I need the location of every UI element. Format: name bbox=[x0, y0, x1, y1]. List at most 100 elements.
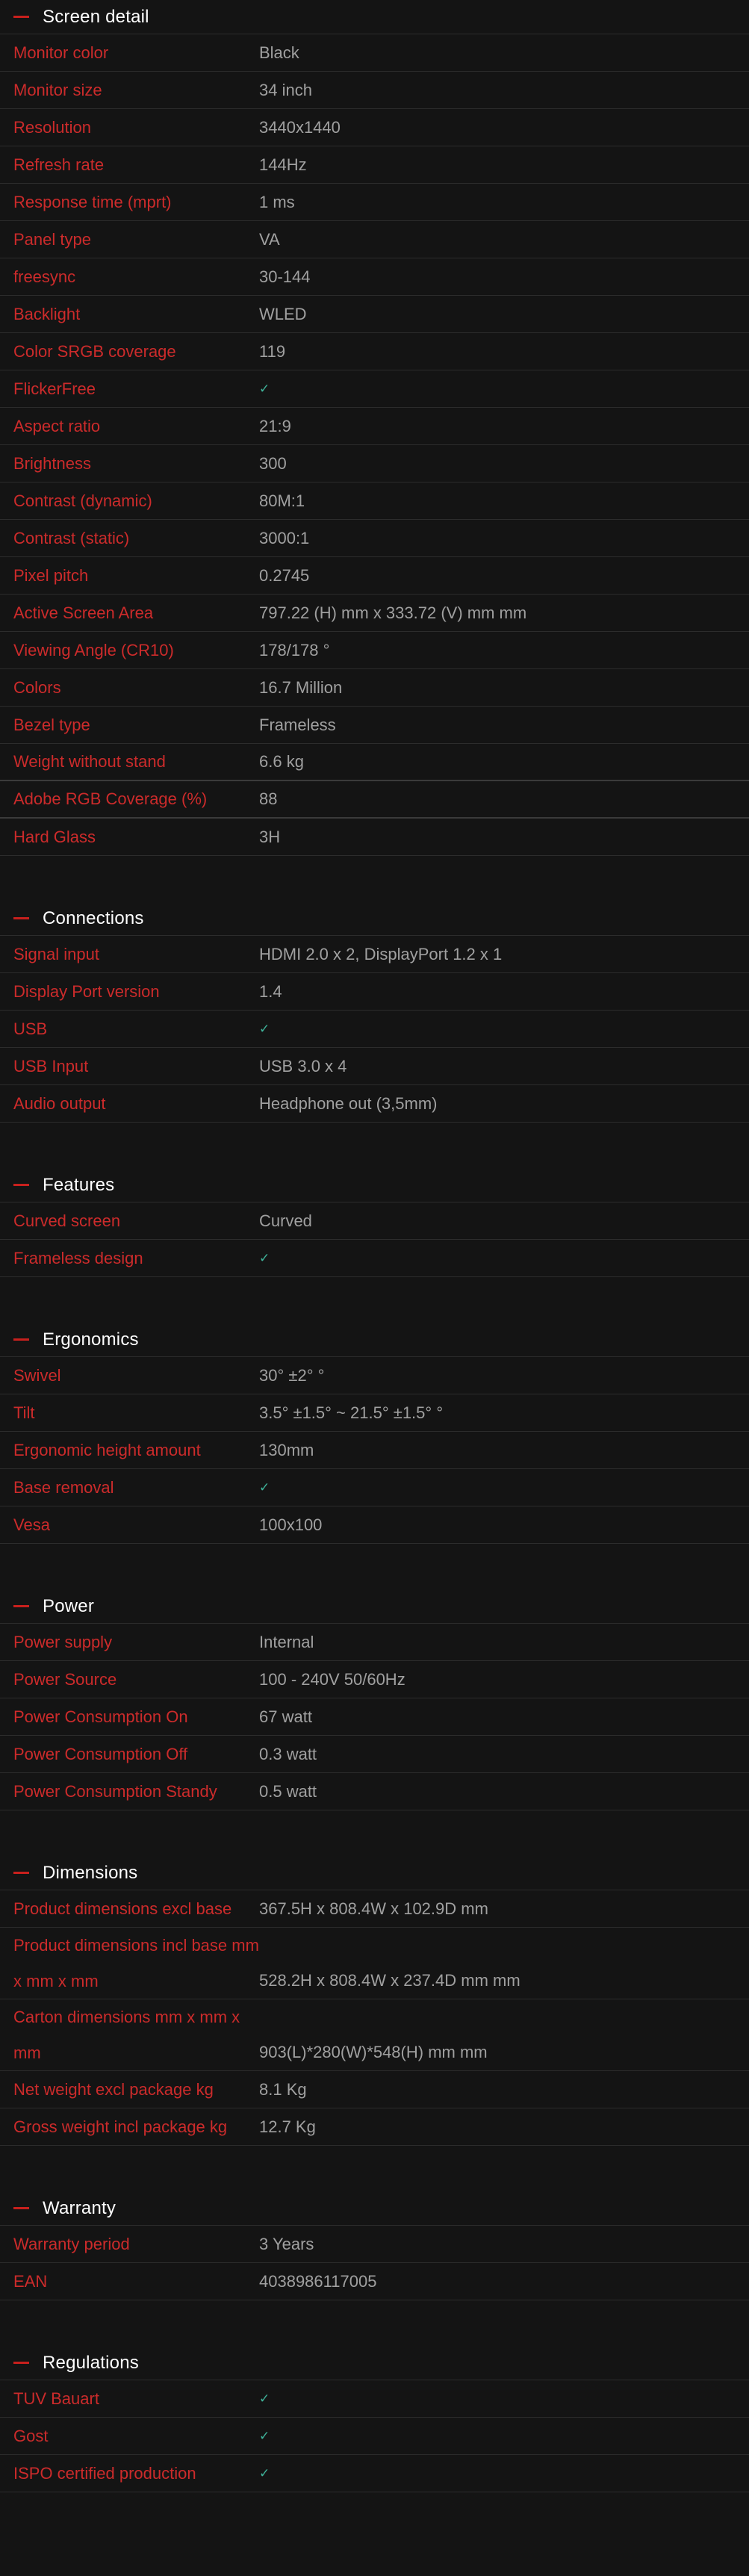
spec-label: Contrast (dynamic) bbox=[13, 491, 152, 510]
spec-label: Colors bbox=[13, 677, 61, 697]
spec-row-curved-screen: Curved screen Curved bbox=[0, 1202, 749, 1240]
spec-value: 119 bbox=[259, 341, 286, 361]
accent-dash-icon bbox=[13, 2362, 29, 2364]
spec-row-monitor-size: Monitor size 34 inch bbox=[0, 72, 749, 109]
spec-value: 6.6 kg bbox=[259, 752, 304, 771]
spec-row-resolution: Resolution 3440x1440 bbox=[0, 109, 749, 146]
spec-value: 100x100 bbox=[259, 1515, 323, 1534]
spec-value: 12.7 Kg bbox=[259, 2117, 316, 2136]
spec-row-usb-input: USB Input USB 3.0 x 4 bbox=[0, 1048, 749, 1085]
spec-value: WLED bbox=[259, 304, 307, 323]
spec-label: Brightness bbox=[13, 453, 91, 473]
check-icon: ✓ bbox=[259, 1480, 270, 1495]
spec-row-net-weight-excl-package-kg: Net weight excl package kg 8.1 Kg bbox=[0, 2071, 749, 2108]
spec-label: Resolution bbox=[13, 117, 91, 137]
spec-label: Display Port version bbox=[13, 981, 160, 1001]
accent-dash-icon bbox=[13, 2207, 29, 2209]
spec-value: USB 3.0 x 4 bbox=[259, 1056, 347, 1076]
accent-dash-icon bbox=[13, 1872, 29, 1874]
spec-value: Frameless bbox=[259, 715, 336, 734]
spec-row-bezel-type: Bezel type Frameless bbox=[0, 707, 749, 744]
spec-row-display-port-version: Display Port version 1.4 bbox=[0, 973, 749, 1011]
spec-label: Monitor color bbox=[13, 43, 109, 62]
spec-value: HDMI 2.0 x 2, DisplayPort 1.2 x 1 bbox=[259, 944, 503, 963]
spec-row-power-supply: Power supply Internal bbox=[0, 1624, 749, 1661]
spec-value: 34 inch bbox=[259, 80, 312, 99]
section-header: Power bbox=[0, 1589, 749, 1624]
spec-value: 0.5 watt bbox=[259, 1781, 317, 1801]
accent-dash-icon bbox=[13, 1338, 29, 1341]
spec-label: Power Consumption On bbox=[13, 1707, 188, 1726]
spec-row-warranty-period: Warranty period 3 Years bbox=[0, 2226, 749, 2263]
spec-value: Curved bbox=[259, 1211, 312, 1230]
spec-value: 4038986117005 bbox=[259, 2271, 377, 2291]
spec-value: 8.1 Kg bbox=[259, 2079, 307, 2099]
spec-label: Pixel pitch bbox=[13, 565, 89, 585]
spec-value: 1 ms bbox=[259, 192, 295, 211]
spec-label: Power supply bbox=[13, 1632, 113, 1651]
spec-row-product-dimensions-excl-base: Product dimensions excl base 367.5H x 808… bbox=[0, 1890, 749, 1928]
spec-value: 80M:1 bbox=[259, 491, 305, 510]
spec-value: 903(L)*280(W)*548(H) mm mm bbox=[259, 2043, 488, 2061]
spec-label: Frameless design bbox=[13, 1248, 143, 1267]
spec-label: Ergonomic height amount bbox=[13, 1440, 201, 1459]
spec-row-usb: USB ✓ bbox=[0, 1011, 749, 1048]
spec-label: Adobe RGB Coverage (%) bbox=[13, 789, 208, 808]
spec-label: Viewing Angle (CR10) bbox=[13, 640, 174, 659]
spec-value: 300 bbox=[259, 453, 287, 473]
spec-label: Active Screen Area bbox=[13, 603, 154, 622]
spec-row-aspect-ratio: Aspect ratio 21:9 bbox=[0, 408, 749, 445]
spec-value: 144Hz bbox=[259, 155, 307, 174]
spec-row-power-consumption-off: Power Consumption Off 0.3 watt bbox=[0, 1736, 749, 1773]
spec-label: USB bbox=[13, 1019, 48, 1038]
spec-label: Gross weight incl package kg bbox=[13, 2117, 228, 2136]
spec-value: VA bbox=[259, 229, 280, 249]
spec-row-signal-input: Signal input HDMI 2.0 x 2, DisplayPort 1.… bbox=[0, 936, 749, 973]
spec-value: 88 bbox=[259, 789, 278, 808]
check-icon: ✓ bbox=[259, 2428, 270, 2443]
spec-row-viewing-angle-cr10: Viewing Angle (CR10) 178/178 ° bbox=[0, 632, 749, 669]
spec-value: 367.5H x 808.4W x 102.9D mm bbox=[259, 1899, 488, 1918]
spec-row-color-srgb-coverage: Color SRGB coverage 119 bbox=[0, 333, 749, 370]
spec-row-swivel: Swivel 30° ±2° ° bbox=[0, 1357, 749, 1394]
accent-dash-icon bbox=[13, 1605, 29, 1607]
spec-row-contrast-static: Contrast (static) 3000:1 bbox=[0, 520, 749, 557]
spec-value: 0.2745 bbox=[259, 565, 310, 585]
spec-row-base-removal: Base removal ✓ bbox=[0, 1469, 749, 1506]
section-title: Power bbox=[43, 1595, 95, 1616]
spec-row-ispo-certified-production: ISPO certified production ✓ bbox=[0, 2455, 749, 2492]
spec-value: 528.2H x 808.4W x 237.4D mm mm bbox=[259, 1971, 520, 1990]
spec-value: 3H bbox=[259, 827, 281, 846]
spec-label: Panel type bbox=[13, 229, 91, 249]
spec-label: Signal input bbox=[13, 944, 99, 963]
spec-row-frameless-design: Frameless design ✓ bbox=[0, 1240, 749, 1277]
spec-value: 21:9 bbox=[259, 416, 291, 435]
spec-row-tuv-bauart: TUV Bauart ✓ bbox=[0, 2380, 749, 2418]
spec-label: Power Consumption Off bbox=[13, 1744, 188, 1763]
spec-row-audio-output: Audio output Headphone out (3,5mm) bbox=[0, 1085, 749, 1123]
section-header: Warranty bbox=[0, 2191, 749, 2226]
section-header: Ergonomics bbox=[0, 1323, 749, 1357]
spec-row-backlight: Backlight WLED bbox=[0, 296, 749, 333]
spec-row-vesa: Vesa 100x100 bbox=[0, 1506, 749, 1544]
spec-row-hard-glass: Hard Glass 3H bbox=[0, 819, 749, 856]
section-header: Dimensions bbox=[0, 1856, 749, 1890]
spec-row-gost: Gost ✓ bbox=[0, 2418, 749, 2455]
spec-row-flickerfree: FlickerFree ✓ bbox=[0, 370, 749, 408]
section-title: Features bbox=[43, 1174, 115, 1195]
spec-value: 3.5° ±1.5° ~ 21.5° ±1.5° ° bbox=[259, 1403, 444, 1422]
spec-value: 67 watt bbox=[259, 1707, 312, 1726]
spec-row-product-dimensions-incl-base-mm-x-mm-x-mm: Product dimensions incl base mm x mm x m… bbox=[0, 1928, 749, 1999]
spec-value: 30° ±2° ° bbox=[259, 1365, 325, 1385]
spec-label: Vesa bbox=[13, 1515, 50, 1534]
spec-label: Bezel type bbox=[13, 715, 90, 734]
spec-row-freesync: freesync 30-144 bbox=[0, 258, 749, 296]
section-title: Connections bbox=[43, 907, 144, 928]
spec-row-weight-without-stand: Weight without stand 6.6 kg bbox=[0, 744, 749, 781]
spec-label: Curved screen bbox=[13, 1211, 121, 1230]
spec-label: Monitor size bbox=[13, 80, 102, 99]
section-warranty: Warranty Warranty period 3 Years EAN 4038986… bbox=[0, 2191, 749, 2300]
check-icon: ✓ bbox=[259, 2391, 270, 2406]
spec-label: Color SRGB coverage bbox=[13, 341, 176, 361]
section-title: Screen detail bbox=[43, 6, 149, 27]
